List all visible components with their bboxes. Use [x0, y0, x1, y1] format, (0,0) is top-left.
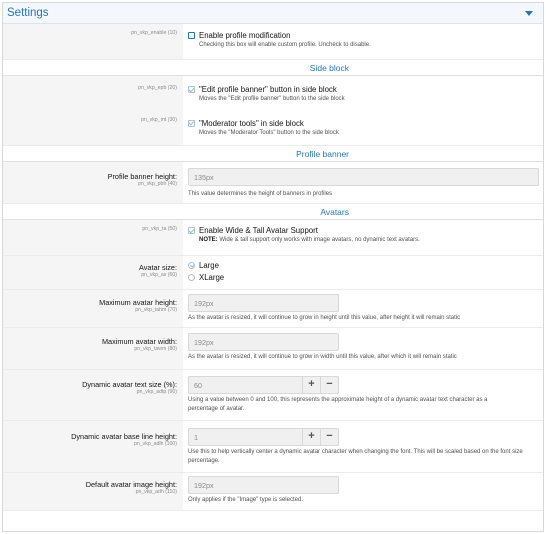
option-row-enable: pn_vkp_enable (10) Enable profile modifi…: [3, 24, 543, 60]
option-row-banner-height: Profile banner height: pn_vkp_pbh (40) 1…: [3, 162, 543, 204]
option-hint: Using a value between 0 and 100, this re…: [188, 397, 488, 412]
checkbox-checked-icon[interactable]: [188, 227, 195, 234]
option-row-max-width: Maximum avatar width: pn_vkp_tawm (80) 1…: [3, 328, 543, 370]
decrement-button[interactable]: −: [321, 428, 339, 446]
increment-button[interactable]: +: [303, 376, 321, 394]
option-row-default-height: Default avatar image height: pn_vkp_adh …: [3, 473, 543, 511]
option-row-text-size: Dynamic avatar text size (%): pn_vkp_adt…: [3, 370, 543, 421]
option-hint: NOTE: Wide & tall support only works wit…: [199, 237, 420, 243]
option-row-side-block: pn_vkp_epb (20) pn_vkp_mt (30) "Edit pro…: [3, 76, 543, 146]
increment-button[interactable]: +: [303, 428, 321, 446]
text-size-input[interactable]: 60: [188, 376, 303, 394]
option-row-line-height: Dynamic avatar base line height: pn_vkp_…: [3, 421, 543, 473]
line-height-stepper: 1 + −: [188, 428, 543, 446]
settings-panel: Settings pn_vkp_enable (10) Enable profi…: [2, 2, 544, 532]
default-height-input[interactable]: 192px: [188, 476, 339, 494]
chevron-down-icon[interactable]: [525, 11, 533, 16]
option-key: pn_vkp_adtp (90): [136, 389, 177, 395]
option-label: Dynamic avatar text size (%):: [82, 380, 177, 389]
option-label: Default avatar image height:: [85, 480, 177, 489]
option-label: Avatar size:: [139, 263, 177, 272]
section-title: Side block: [309, 63, 349, 73]
radio-xlarge[interactable]: XLarge: [188, 273, 543, 283]
option-label: Dynamic avatar base line height:: [71, 432, 177, 441]
edit-banner-checkbox[interactable]: "Edit profile banner" button in side blo…: [188, 85, 543, 95]
option-key: pn_vkp_adlh (100): [134, 441, 177, 447]
section-title: Avatars: [320, 207, 349, 217]
max-height-input[interactable]: 192px: [188, 294, 339, 312]
option-label: Profile banner height:: [107, 172, 177, 181]
option-hint: Checking this box will enable custom pro…: [199, 42, 371, 48]
radio-selected-icon[interactable]: [188, 262, 195, 269]
option-hint: Moves the "Edit profile banner" button t…: [199, 96, 345, 102]
option-key: pn_vkp_enable (10): [131, 30, 177, 36]
option-key: pn_vkp_pbh (40): [138, 181, 177, 187]
banner-height-input[interactable]: 135px: [188, 168, 539, 186]
radio-unselected-icon[interactable]: [188, 274, 195, 281]
moderator-tools-checkbox[interactable]: "Moderator tools" in side block: [188, 119, 543, 129]
option-key: pn_vkp_epb (20): [138, 85, 177, 91]
checkbox-checked-icon[interactable]: [188, 86, 195, 93]
option-key: pn_vkp_as (60): [141, 272, 177, 278]
option-hint: Moves the "Moderator Tools" button to th…: [199, 129, 339, 136]
option-row-wide-tall: pn_vkp_ta (50) Enable Wide & Tall Avatar…: [3, 220, 543, 256]
option-hint: This value determines the height of bann…: [188, 191, 333, 197]
option-label: Maximum avatar height:: [99, 298, 177, 307]
option-key: pn_vkp_tahm (70): [135, 307, 177, 313]
option-key: pn_vkp_ta (50): [142, 226, 177, 232]
checkbox-checked-icon[interactable]: [188, 119, 195, 127]
option-row-max-height: Maximum avatar height: pn_vkp_tahm (70) …: [3, 290, 543, 328]
checkbox-unchecked-icon[interactable]: [188, 32, 195, 39]
option-hint: As the avatar is resized, it will contin…: [188, 315, 461, 321]
section-side-block: Side block: [3, 60, 543, 76]
option-hint: Use this to help vertically center a dyn…: [188, 449, 523, 464]
option-key: pn_vkp_adh (110): [135, 489, 177, 495]
settings-header[interactable]: Settings: [3, 3, 543, 24]
decrement-button[interactable]: −: [321, 376, 339, 394]
option-hint: As the avatar is resized, it will contin…: [188, 354, 457, 360]
section-title: Profile banner: [296, 149, 349, 159]
option-row-avatar-size: Avatar size: pn_vkp_as (60) Large XLarge: [3, 256, 543, 290]
option-label: Maximum avatar width:: [101, 337, 177, 346]
option-key: pn_vkp_tawm (80): [134, 346, 177, 352]
settings-title: Settings: [7, 7, 49, 19]
option-hint: Only applies if the "Image" type is sele…: [188, 497, 303, 503]
max-width-input[interactable]: 192px: [188, 333, 339, 351]
section-avatars: Avatars: [3, 204, 543, 220]
option-key: pn_vkp_mt (30): [140, 117, 177, 123]
radio-large[interactable]: Large: [188, 261, 543, 271]
section-profile-banner: Profile banner: [3, 146, 543, 162]
text-size-stepper: 60 + −: [188, 376, 543, 394]
enable-profile-checkbox[interactable]: Enable profile modification: [188, 31, 543, 41]
wide-tall-checkbox[interactable]: Enable Wide & Tall Avatar Support: [188, 226, 543, 236]
line-height-input[interactable]: 1: [188, 428, 303, 446]
